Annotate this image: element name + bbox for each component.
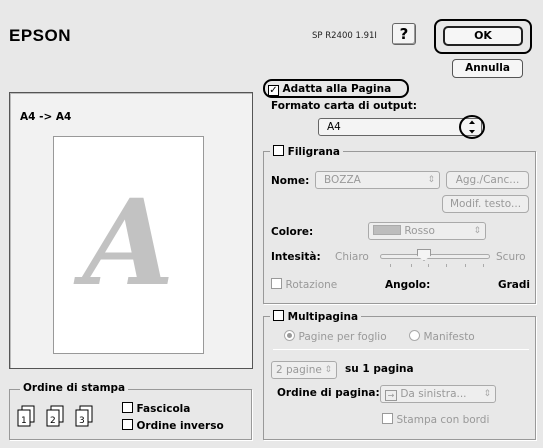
print-borders-label: Stampa con bordi [396, 414, 490, 426]
watermark-intensity-label: Intesità: [271, 251, 321, 263]
collate-checkbox[interactable] [122, 402, 133, 413]
driver-version: SP R2400 1.91I [312, 31, 377, 41]
poster-radio[interactable] [409, 330, 420, 341]
poster-radio-option[interactable]: Manifesto [409, 330, 475, 343]
color-swatch [373, 225, 401, 235]
page-stack-icon-1: 1 [17, 405, 35, 427]
print-order-icons: 1 2 3 [17, 405, 93, 427]
pages-count-value: 2 pagine [276, 364, 322, 376]
collate-label: Fascicola [136, 403, 191, 415]
angle-unit-label: Gradi [498, 279, 530, 291]
intensity-dark-label: Scuro [496, 251, 526, 263]
reverse-order-checkbox[interactable] [122, 419, 133, 430]
output-paper-value: A4 [327, 121, 341, 133]
multipage-title: Multipagina [287, 311, 359, 323]
watermark-color-label: Colore: [271, 226, 314, 238]
rotation-option[interactable]: Rotazione [271, 278, 337, 291]
watermark-name-select[interactable]: BOZZA ⇕ [315, 171, 440, 189]
page-order-select[interactable]: → Da sinistra... ⇕ [380, 385, 496, 403]
rotation-checkbox[interactable] [271, 278, 282, 289]
cancel-button[interactable]: Annulla [452, 59, 523, 78]
page-stack-icon-2: 2 [46, 405, 64, 427]
pages-suffix-label: su 1 pagina [345, 363, 414, 375]
pages-count-select[interactable]: 2 pagine ⇕ [271, 361, 337, 379]
pages-per-sheet-radio[interactable] [284, 330, 295, 341]
watermark-title-wrap[interactable]: Filigrana [270, 145, 343, 158]
pages-per-sheet-label: Pagine per foglio [298, 331, 387, 343]
print-borders-checkbox[interactable] [382, 413, 393, 424]
reverse-order-label: Ordine inverso [136, 420, 224, 432]
page-order-label: Ordine di pagina: [277, 387, 380, 399]
epson-logo: EPSON [9, 26, 72, 45]
fit-page-option[interactable]: ✓ Adatta alla Pagina [268, 82, 391, 96]
pages-per-sheet-radio-option[interactable]: Pagine per foglio [284, 330, 387, 343]
page-order-value: Da sinistra... [400, 388, 467, 400]
preview-size-label: A4 -> A4 [20, 111, 72, 123]
watermark-color-select[interactable]: Rosso ⇕ [368, 222, 486, 240]
watermark-title: Filigrana [287, 146, 340, 158]
watermark-checkbox[interactable] [273, 145, 284, 156]
page-stack-icon-3: 3 [75, 405, 93, 427]
print-order-title: Ordine di stampa [20, 382, 129, 394]
reverse-order-option[interactable]: Ordine inverso [122, 419, 224, 432]
multipage-title-wrap[interactable]: Multipagina [270, 310, 362, 323]
watermark-color-value: Rosso [404, 225, 435, 237]
fit-page-label: Adatta alla Pagina [282, 83, 392, 95]
help-button[interactable]: ? [392, 23, 416, 45]
popup-arrows-icon: ⇕ [427, 175, 435, 185]
angle-label: Angolo: [385, 279, 431, 291]
popup-arrows-icon: ⇕ [324, 365, 332, 375]
paper-preview-letter: A [82, 173, 175, 312]
watermark-name-value: BOZZA [324, 174, 361, 186]
output-paper-label: Formato carta di output: [271, 100, 417, 112]
rotation-label: Rotazione [285, 279, 338, 291]
collate-option[interactable]: Fascicola [122, 402, 190, 415]
ok-button[interactable]: OK [443, 26, 523, 46]
watermark-name-label: Nome: [271, 175, 310, 187]
page-number-1: 1 [21, 416, 27, 426]
multipage-checkbox[interactable] [273, 310, 284, 321]
output-paper-arrows-highlight [459, 115, 485, 139]
page-number-2: 2 [50, 416, 56, 426]
intensity-light-label: Chiaro [335, 251, 369, 263]
intensity-slider-track[interactable] [380, 254, 490, 259]
watermark-add-delete-button[interactable]: Agg./Canc... [446, 171, 529, 189]
print-borders-option[interactable]: Stampa con bordi [382, 413, 489, 426]
poster-label: Manifesto [423, 331, 475, 343]
arrow-right-icon: → [385, 390, 397, 401]
page-number-3: 3 [79, 416, 85, 426]
popup-arrows-icon: ⇕ [473, 226, 481, 236]
popup-arrows-icon: ⇕ [483, 389, 491, 399]
watermark-modify-text-button[interactable]: Modif. testo... [442, 195, 529, 213]
